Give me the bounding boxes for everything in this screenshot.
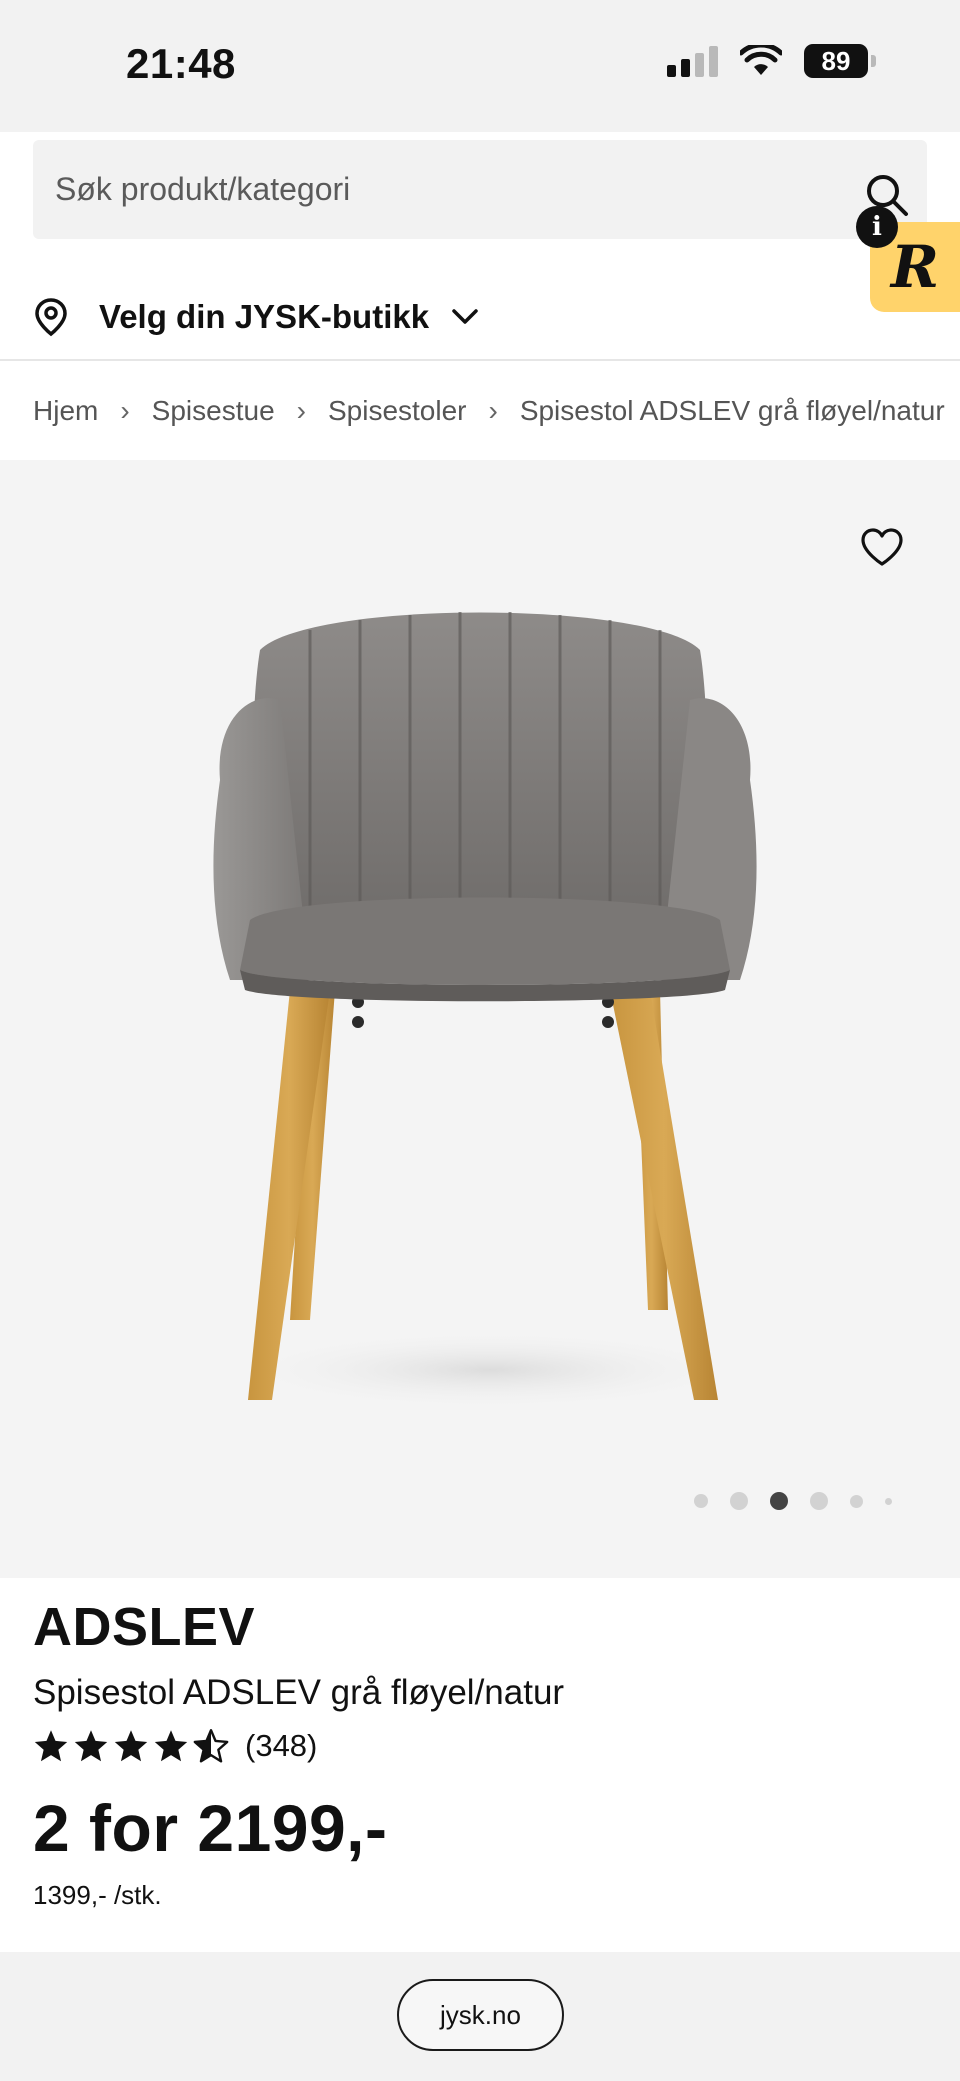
gallery-pagination[interactable]: [694, 1492, 892, 1510]
breadcrumb-item-home[interactable]: Hjem: [33, 395, 98, 427]
browser-bottom-bar: jysk.no: [0, 1952, 960, 2081]
search-box[interactable]: [33, 140, 927, 239]
unit-price: 1399,- /stk.: [33, 1880, 162, 1910]
status-icons: 89: [667, 44, 876, 78]
pagination-dot[interactable]: [810, 1492, 828, 1510]
status-bar: 21:48 89: [0, 0, 960, 132]
star-icon: [154, 1730, 188, 1762]
pagination-dot[interactable]: [730, 1492, 748, 1510]
rating-stars: [33, 1728, 229, 1764]
breadcrumb: Hjem › Spisestue › Spisestoler › Spisest…: [0, 361, 960, 460]
star-icon: [34, 1730, 68, 1762]
battery-level: 89: [804, 44, 868, 78]
pagination-dot-active[interactable]: [770, 1492, 788, 1510]
store-label: Velg din JYSK-butikk: [99, 298, 430, 335]
rating[interactable]: (348): [33, 1728, 317, 1764]
breadcrumb-item-dining-chairs[interactable]: Spisestoler: [328, 395, 467, 427]
breadcrumb-separator: ›: [488, 394, 498, 426]
breadcrumb-separator: ›: [120, 394, 130, 426]
star-half-icon: [193, 1729, 229, 1763]
site-header: i R Velg din JYSK-butikk: [0, 132, 960, 361]
store-selector[interactable]: Velg din JYSK-butikk: [33, 292, 479, 342]
review-count[interactable]: (348): [245, 1728, 317, 1764]
signal-icon: [667, 45, 718, 77]
pagination-dot[interactable]: [885, 1497, 892, 1505]
search-input[interactable]: [55, 140, 815, 239]
product-image: [213, 612, 757, 1410]
product-name: Spisestol ADSLEV grå fløyel/natur: [33, 1673, 565, 1712]
product-gallery[interactable]: [0, 460, 960, 1578]
heart-icon[interactable]: [860, 527, 904, 567]
breadcrumb-item-dining-room[interactable]: Spisestue: [152, 395, 275, 427]
breadcrumb-item-current: Spisestol ADSLEV grå fløyel/natur: [519, 394, 945, 426]
wifi-icon: [740, 45, 782, 75]
status-time: 21:48: [126, 40, 236, 87]
star-icon: [114, 1730, 148, 1762]
product-price: 2 for 2199,-: [33, 1791, 388, 1865]
star-icon: [74, 1730, 108, 1762]
chevron-down-icon: [452, 309, 478, 324]
pagination-dot[interactable]: [850, 1494, 863, 1508]
breadcrumb-separator: ›: [296, 394, 306, 426]
battery-icon: 89: [804, 44, 876, 78]
info-icon[interactable]: i: [856, 206, 898, 248]
pagination-dot[interactable]: [694, 1494, 708, 1508]
url-bar[interactable]: jysk.no: [397, 1979, 564, 2051]
product-brand: ADSLEV: [33, 1597, 256, 1657]
product-info: ADSLEV Spisestol ADSLEV grå fløyel/natur…: [0, 1578, 960, 1952]
extension-logo: R: [890, 233, 940, 301]
location-pin-icon: [35, 298, 67, 337]
